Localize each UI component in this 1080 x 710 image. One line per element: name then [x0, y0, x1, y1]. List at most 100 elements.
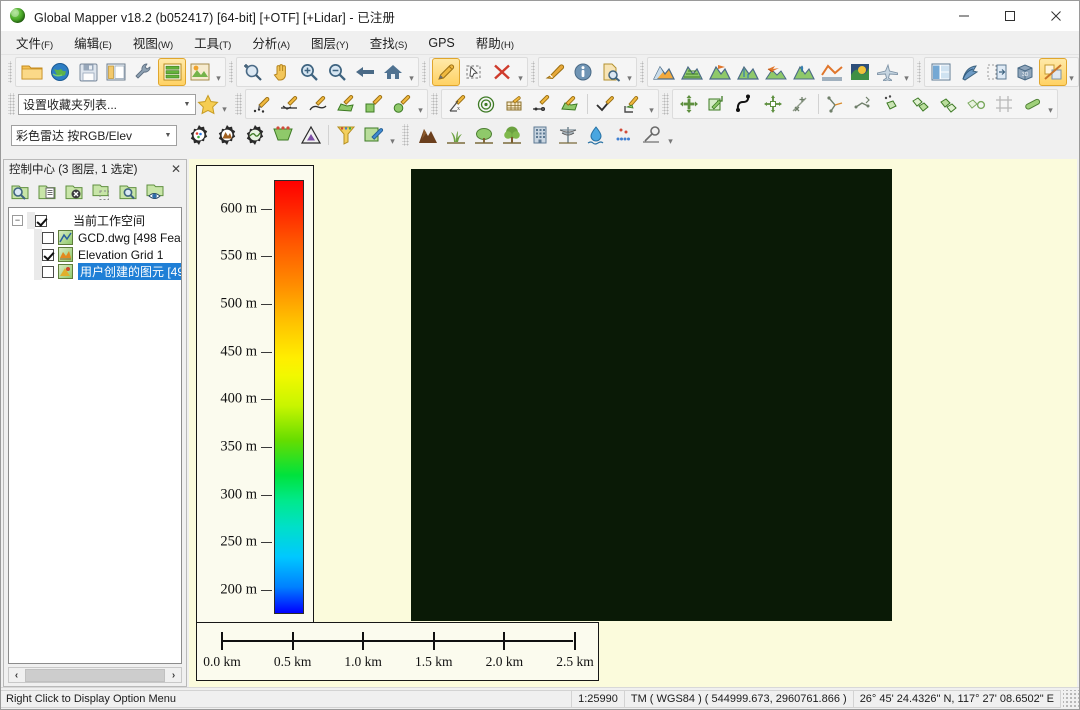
map-view[interactable]: 600 m 550 m 500 m 450 m 400 m 350 m 300 m 250 m… [189, 159, 1077, 687]
grid-setup-icon[interactable] [269, 121, 297, 149]
close-layer-icon[interactable] [63, 181, 84, 202]
shrub-icon[interactable] [470, 121, 498, 149]
status-coordinates[interactable]: 26° 45' 24.4326" N, 117° 27' 08.6502" E [852, 689, 1061, 708]
toolbar-grip[interactable] [531, 61, 535, 83]
menu-edit[interactable]: 编辑(E) [73, 31, 113, 54]
draw-curve-icon[interactable] [304, 90, 332, 118]
tree-root-node[interactable]: − 当前工作空间 [12, 212, 179, 229]
draw-range-ring-icon[interactable] [472, 90, 500, 118]
draw-rect-icon[interactable] [360, 90, 388, 118]
watershed-icon[interactable] [734, 58, 762, 86]
measure-icon[interactable] [541, 58, 569, 86]
grass-icon[interactable] [442, 121, 470, 149]
copy-feature-icon[interactable] [703, 90, 731, 118]
menu-file[interactable]: 文件(F) [15, 31, 54, 54]
layer-overlap-icon[interactable] [90, 181, 111, 202]
toolbar-grip[interactable] [8, 93, 15, 115]
favorites-star-icon[interactable] [196, 92, 220, 116]
find-feature-icon[interactable] [597, 58, 625, 86]
toolbar-grip[interactable] [8, 61, 12, 83]
open-file-icon[interactable] [18, 58, 46, 86]
lidar-measure-icon[interactable] [638, 121, 666, 149]
chevron-down-icon[interactable]: ▼ [179, 95, 195, 114]
cut-fill-icon[interactable] [706, 58, 734, 86]
digitizer-tool-icon[interactable] [432, 58, 460, 86]
draw-buffer-icon[interactable] [556, 90, 584, 118]
draw-line-icon[interactable] [276, 90, 304, 118]
menu-view[interactable]: 视图(W) [132, 31, 174, 54]
zoom-out-icon[interactable] [323, 58, 351, 86]
tree-item-gcd-dwg[interactable]: GCD.dwg [498 Featu [12, 229, 181, 246]
shader-options-icon[interactable] [185, 121, 213, 149]
power-line-icon[interactable] [554, 121, 582, 149]
configure-icon[interactable] [130, 58, 158, 86]
toolbar-grip[interactable] [422, 61, 426, 83]
pan-tool-icon[interactable] [267, 58, 295, 86]
reshape-icon[interactable] [731, 90, 759, 118]
draw-circle-icon[interactable] [388, 90, 416, 118]
root-checkbox[interactable] [35, 214, 47, 227]
mountain-icon[interactable] [414, 121, 442, 149]
menu-gps[interactable]: GPS [427, 34, 455, 52]
shader-toolbar-overflow[interactable]: ▾ [388, 121, 397, 149]
scroll-thumb[interactable] [25, 668, 165, 682]
delete-selection-icon[interactable] [488, 58, 516, 86]
draw-polygon-icon[interactable] [332, 90, 360, 118]
drawing-toolbar-1-overflow[interactable]: ▾ [416, 90, 425, 118]
measure-line-icon[interactable] [1018, 90, 1046, 118]
combine-areas-icon[interactable] [878, 90, 906, 118]
scroll-right-icon[interactable]: › [166, 670, 181, 681]
open-online-data-icon[interactable] [46, 58, 74, 86]
toolbar-grip[interactable] [402, 124, 409, 146]
building-icon[interactable] [526, 121, 554, 149]
accept-edit-icon[interactable] [591, 90, 619, 118]
water-icon[interactable] [582, 121, 610, 149]
measure-toolbar-overflow[interactable]: ▾ [625, 58, 634, 86]
split-area-icon[interactable] [962, 90, 990, 118]
digitizer-toolbar-overflow[interactable]: ▾ [516, 58, 525, 86]
view-shed-icon[interactable] [678, 58, 706, 86]
maximize-button[interactable] [987, 1, 1033, 31]
save-workspace-icon[interactable] [74, 58, 102, 86]
join-line-icon[interactable] [850, 90, 878, 118]
favorites-combo[interactable]: 设置收藏夹列表... ▼ [18, 93, 196, 115]
toolbar-grip[interactable] [229, 61, 233, 83]
layer-checkbox-gcd-dwg[interactable] [42, 231, 54, 244]
layout-icon[interactable] [102, 58, 130, 86]
terrain-canvas[interactable] [411, 169, 892, 621]
layer-visibility-icon[interactable] [144, 181, 165, 202]
feature-info-icon[interactable] [569, 58, 597, 86]
lidar-toolbar-overflow[interactable]: ▾ [666, 121, 675, 149]
swipe-icon[interactable] [1039, 58, 1067, 86]
picker-icon[interactable] [360, 121, 388, 149]
tree-item-user-features[interactable]: 用户创建的图元 [498 [12, 263, 181, 280]
menu-analysis[interactable]: 分析(A) [251, 31, 291, 54]
menu-search[interactable]: 查找(S) [369, 31, 409, 54]
toolbar-grip[interactable] [640, 61, 644, 83]
close-button[interactable] [1033, 1, 1079, 31]
terrain-options-icon[interactable] [213, 121, 241, 149]
raster-calc-icon[interactable] [846, 58, 874, 86]
edit-toolbar-overflow[interactable]: ▾ [1046, 90, 1055, 118]
draw-grid-icon[interactable] [500, 90, 528, 118]
crop-marks-icon[interactable] [990, 90, 1018, 118]
volume-icon[interactable] [762, 58, 790, 86]
move-feature-icon[interactable] [675, 90, 703, 118]
delete-node-icon[interactable] [787, 90, 815, 118]
water-level-icon[interactable] [790, 58, 818, 86]
draw-point-icon[interactable] [248, 90, 276, 118]
resize-grip[interactable] [1063, 689, 1079, 708]
split-line-icon[interactable] [822, 90, 850, 118]
crop-area-icon[interactable] [934, 90, 962, 118]
close-icon[interactable]: ✕ [168, 162, 184, 177]
toolbar-grip[interactable] [917, 61, 921, 83]
duplicate-area-icon[interactable] [906, 90, 934, 118]
control-center-icon[interactable] [158, 58, 186, 86]
3d-view-icon[interactable]: 3D [1011, 58, 1039, 86]
path-profile-icon[interactable] [874, 58, 902, 86]
move-node-icon[interactable] [759, 90, 787, 118]
menu-help[interactable]: 帮助(H) [475, 31, 515, 54]
file-toolbar-overflow[interactable]: ▾ [214, 58, 223, 86]
layer-checkbox-user-features[interactable] [42, 265, 54, 278]
status-projection[interactable]: TM ( WGS84 ) ( 544999.673, 2960761.866 ) [623, 689, 854, 708]
